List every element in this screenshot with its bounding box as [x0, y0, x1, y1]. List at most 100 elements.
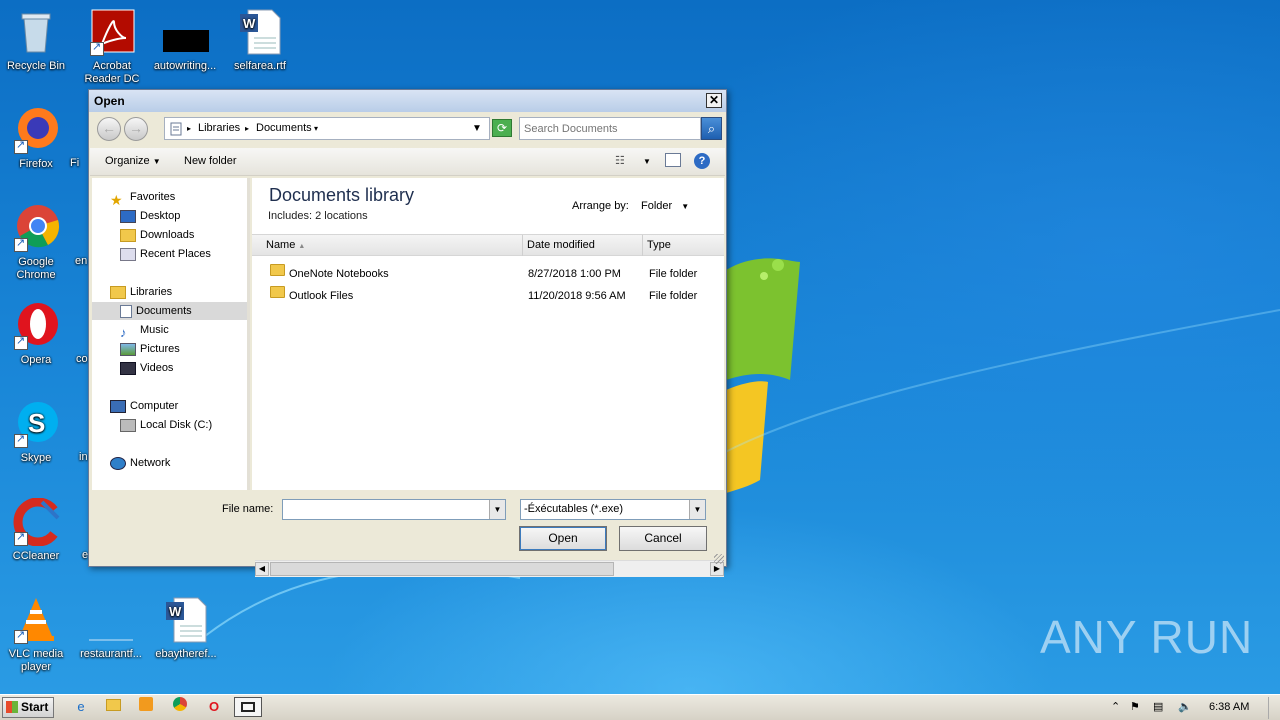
breadcrumb-documents[interactable]: Documents [256, 122, 312, 134]
nav-documents[interactable]: Documents [92, 302, 247, 320]
desktop-icon-autowriting[interactable]: autowriting... [147, 8, 223, 73]
videos-icon [120, 361, 136, 375]
scroll-left-button[interactable]: ◀ [255, 562, 269, 576]
file-list-pane: Documents library Includes: 2 locations … [252, 178, 724, 577]
forward-button[interactable]: → [124, 117, 148, 141]
file-name: OneNote Notebooks [289, 268, 389, 280]
svg-text:W: W [243, 16, 256, 31]
scroll-right-button[interactable]: ▶ [710, 562, 724, 576]
address-bar[interactable]: ▸ Libraries ▸ Documents ▾ ▼ [164, 117, 490, 140]
downloads-folder-icon [120, 228, 136, 242]
desktop-icon-ebaytheref[interactable]: W ebaytheref... [148, 596, 224, 661]
search-button[interactable]: ⌕ [701, 117, 722, 140]
desktop-icon-restaurant[interactable]: restaurantf... [73, 596, 149, 661]
chevron-down-icon[interactable]: ▾ [314, 124, 318, 133]
network-tray-icon[interactable]: ▤ [1153, 700, 1163, 713]
start-button[interactable]: Start [2, 697, 54, 718]
preview-pane-button[interactable] [665, 153, 681, 167]
column-header-name[interactable]: Name ▲ [252, 235, 523, 256]
word-document-icon: W [162, 596, 210, 644]
nav-libraries[interactable]: Libraries [110, 283, 172, 301]
nav-network[interactable]: Network [110, 454, 170, 472]
volume-icon[interactable]: 🔈 [1178, 700, 1192, 713]
filename-dropdown-button[interactable]: ▼ [489, 500, 505, 519]
taskbar-internet-explorer[interactable]: e [70, 697, 92, 717]
desktop-icon-recycle-bin[interactable]: Recycle Bin [0, 8, 74, 73]
desktop-icon-ccleaner[interactable]: CCleaner [0, 497, 74, 563]
arrange-by-label: Arrange by: [572, 200, 629, 212]
nav-desktop[interactable]: Desktop [120, 207, 180, 225]
filename-label: File name: [222, 503, 274, 515]
nav-pictures[interactable]: Pictures [120, 340, 180, 358]
desktop-icon-acrobat[interactable]: Acrobat Reader DC [74, 8, 150, 86]
desktop-icon-selfarea[interactable]: W selfarea.rtf [222, 8, 298, 73]
column-header-type[interactable]: Type [643, 235, 724, 256]
forward-arrow-icon: → [129, 120, 143, 136]
search-icon: ⌕ [707, 121, 716, 136]
vlc-icon [12, 596, 60, 644]
dialog-titlebar[interactable]: Open ✕ [89, 90, 726, 112]
chrome-icon [12, 204, 60, 252]
media-player-icon [139, 697, 153, 711]
file-row[interactable]: OneNote Notebooks 8/27/2018 1:00 PM File… [252, 264, 724, 284]
file-type: File folder [649, 290, 698, 302]
column-header-date[interactable]: Date modified [523, 235, 643, 256]
nav-favorites[interactable]: ★ Favorites [110, 188, 175, 208]
close-button[interactable]: ✕ [706, 93, 722, 108]
partial-desktop-label: Fi [70, 157, 80, 169]
navigation-pane: ★ Favorites Desktop Downloads Recent Plac… [92, 178, 250, 490]
taskbar-opera[interactable]: O [203, 697, 225, 717]
computer-icon [110, 399, 126, 413]
library-includes[interactable]: Includes: 2 locations [268, 210, 368, 222]
filetype-dropdown[interactable]: -Éxécutables (*.exe) ▼ [520, 499, 706, 520]
refresh-button[interactable]: ⟳ [492, 119, 512, 137]
back-button[interactable]: ← [97, 117, 121, 141]
help-button[interactable]: ? [694, 153, 710, 169]
resize-grip[interactable] [714, 554, 724, 564]
filetype-dropdown-button[interactable]: ▼ [689, 500, 705, 519]
desktop-icon-skype[interactable]: S Skype [0, 400, 74, 465]
open-button[interactable]: Open [519, 526, 607, 551]
chevron-right-icon[interactable]: ▸ [245, 124, 249, 133]
view-dropdown-button[interactable]: ▼ [643, 157, 651, 166]
desktop-icon-vlc[interactable]: VLC media player [0, 596, 74, 674]
folder-icon [105, 699, 121, 711]
nav-music[interactable]: ♪ Music [120, 321, 169, 340]
horizontal-scrollbar[interactable]: ◀ ▶ [255, 560, 724, 577]
desktop-icon-firefox[interactable]: Firefox [0, 106, 74, 171]
command-toolbar: Organize ▼ New folder ☷ ▼ ? [90, 148, 725, 176]
nav-downloads[interactable]: Downloads [120, 226, 194, 244]
filename-combobox[interactable]: ▼ [282, 499, 506, 520]
organize-button[interactable]: Organize ▼ [105, 155, 161, 167]
taskbar-chrome[interactable] [169, 697, 191, 717]
taskbar-explorer[interactable] [102, 697, 124, 717]
scrollbar-thumb[interactable] [270, 562, 614, 576]
nav-videos[interactable]: Videos [120, 359, 173, 377]
file-row[interactable]: Outlook Files 11/20/2018 9:56 AM File fo… [252, 286, 724, 306]
taskbar-clock[interactable]: 6:38 AM [1209, 701, 1249, 713]
filename-input[interactable] [284, 501, 489, 518]
desktop-icon-chrome[interactable]: Google Chrome [0, 204, 74, 282]
arrange-by-dropdown[interactable]: Folder ▼ [641, 200, 689, 212]
change-view-button[interactable]: ☷ [615, 154, 625, 167]
show-desktop-button[interactable] [1268, 697, 1278, 719]
nav-local-disk[interactable]: Local Disk (C:) [120, 416, 212, 434]
breadcrumb-libraries[interactable]: Libraries [198, 122, 240, 134]
libraries-icon [110, 285, 126, 299]
windows-flag-icon [6, 701, 18, 713]
search-box[interactable] [519, 117, 701, 140]
chrome-icon [173, 697, 187, 711]
desktop-icon-opera[interactable]: Opera [0, 302, 74, 367]
nav-recent-places[interactable]: Recent Places [120, 245, 211, 263]
action-center-flag-icon[interactable]: ⚑ [1130, 700, 1140, 713]
nav-computer[interactable]: Computer [110, 397, 178, 415]
search-input[interactable] [522, 119, 698, 138]
address-history-dropdown-icon[interactable]: ▼ [472, 123, 482, 134]
show-hidden-icons-button[interactable]: ⌃ [1111, 700, 1120, 713]
taskbar-open-dialog[interactable] [234, 697, 262, 717]
taskbar-media-player[interactable] [135, 697, 157, 717]
cancel-button[interactable]: Cancel [619, 526, 707, 551]
network-icon [110, 456, 126, 470]
navigation-bar: ← → ▸ Libraries ▸ Documents ▾ ▼ ⟳ ⌕ [94, 116, 722, 142]
new-folder-button[interactable]: New folder [184, 155, 237, 167]
